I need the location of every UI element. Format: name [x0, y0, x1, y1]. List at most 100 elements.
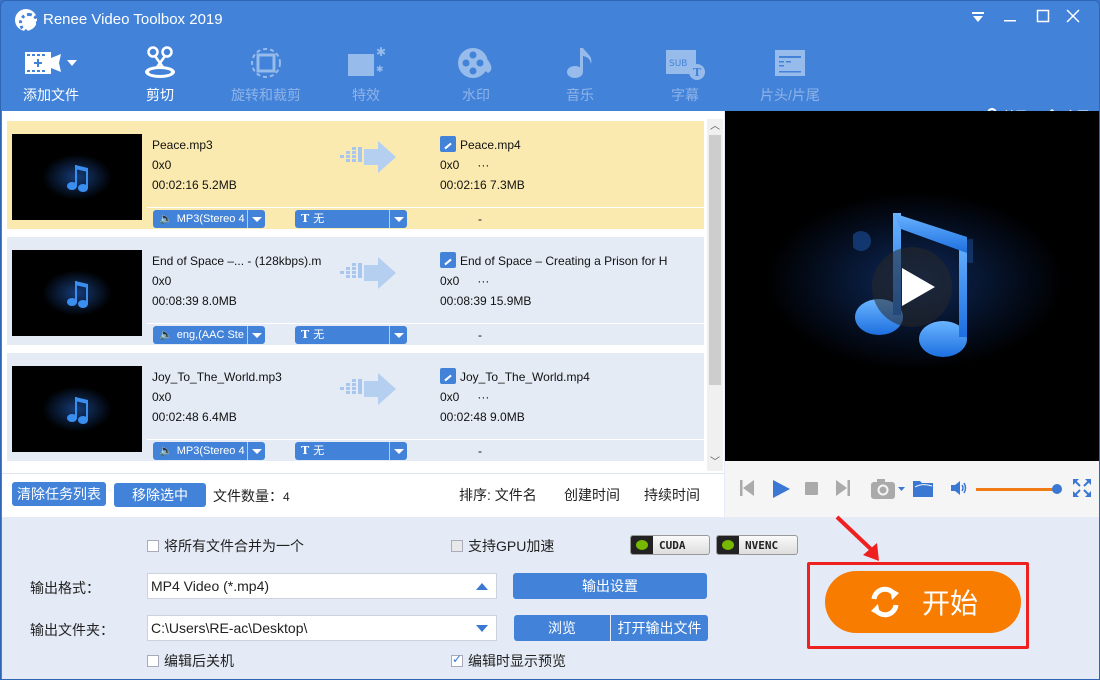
- sort-by-duration[interactable]: 持续时间: [644, 485, 700, 505]
- toolbar-label: 水印: [462, 87, 490, 103]
- file-row[interactable]: Joy_To_The_World.mp3 0x0 00:02:48 6.4MB …: [7, 353, 704, 461]
- file-list: Peace.mp3 0x0 00:02:16 5.2MB Peace.mp4 0…: [2, 111, 724, 473]
- merge-files-checkbox[interactable]: 将所有文件合并为一个: [147, 536, 304, 556]
- toolbar-cut[interactable]: 剪切: [131, 43, 189, 109]
- browse-button[interactable]: 浏览: [514, 615, 610, 641]
- file-thumbnail: [12, 134, 142, 220]
- video-preview: [725, 111, 1099, 461]
- stop-icon[interactable]: [805, 482, 818, 495]
- app-logo-icon: [15, 9, 39, 33]
- music-note-icon: [67, 281, 88, 308]
- source-resolution: 0x0: [152, 390, 172, 404]
- svg-text:✱: ✱: [376, 64, 384, 74]
- scroll-up-button[interactable]: ︿: [707, 119, 723, 135]
- output-duration-size: 00:08:39 15.9MB: [440, 294, 532, 308]
- output-duration-size: 00:02:16 7.3MB: [440, 178, 525, 192]
- source-resolution: 0x0: [152, 158, 172, 172]
- row-status: -: [478, 328, 482, 342]
- toolbar-rotate-crop[interactable]: 旋转和裁剪: [227, 43, 305, 109]
- output-resolution: 0x0: [440, 390, 460, 404]
- toolbar-label: 音乐: [566, 87, 594, 103]
- source-duration-size: 00:02:16 5.2MB: [152, 178, 237, 192]
- convert-arrow-icon: [340, 257, 396, 289]
- start-button[interactable]: 开始: [825, 571, 1021, 633]
- output-more[interactable]: ···: [477, 387, 489, 407]
- subtitle-select[interactable]: T无: [295, 326, 407, 344]
- snapshot-icon[interactable]: [870, 478, 906, 500]
- audio-track-select[interactable]: 🔈 eng,(AAC Ste: [153, 326, 265, 344]
- show-preview-checkbox[interactable]: 编辑时显示预览: [451, 651, 566, 671]
- caret-up-icon: [476, 583, 488, 590]
- music-icon: [567, 48, 592, 78]
- toolbar-add-file[interactable]: 添加文件: [15, 43, 87, 109]
- volume-icon[interactable]: [950, 480, 968, 496]
- next-icon[interactable]: [835, 479, 851, 497]
- sort-by-name[interactable]: 排序: 文件名: [459, 485, 537, 505]
- output-duration-size: 00:02:48 9.0MB: [440, 410, 525, 424]
- output-settings-button[interactable]: 输出设置: [513, 573, 707, 599]
- maximize-button[interactable]: [1029, 7, 1057, 31]
- scroll-thumb[interactable]: [709, 135, 721, 385]
- convert-arrow-icon: [340, 373, 396, 405]
- close-icon: [1066, 9, 1080, 23]
- audio-track-value: MP3(Stereo 4: [176, 213, 245, 225]
- toolbar-label: 剪切: [146, 87, 174, 103]
- shutdown-after-checkbox[interactable]: 编辑后关机: [147, 651, 234, 671]
- toolbar-watermark[interactable]: 水印: [447, 43, 505, 109]
- audio-track-value: MP3(Stereo 4: [176, 445, 245, 457]
- volume-slider-track[interactable]: [976, 488, 1056, 491]
- source-info: Joy_To_The_World.mp3 0x0 00:02:48 6.4MB: [152, 367, 337, 427]
- show-preview-label: 编辑时显示预览: [468, 653, 566, 669]
- text-t-icon: T: [301, 444, 310, 457]
- output-info: Peace.mp4 0x0 ··· 00:02:16 7.3MB: [440, 135, 690, 195]
- open-output-button[interactable]: 打开输出文件: [611, 615, 708, 641]
- output-folder-select[interactable]: C:\Users\RE-ac\Desktop\: [147, 615, 497, 641]
- output-more[interactable]: ···: [477, 271, 489, 291]
- toolbar-intro-outro[interactable]: 片头/片尾: [751, 43, 829, 109]
- list-scrollbar[interactable]: ︿ ﹀: [707, 119, 723, 471]
- previous-icon[interactable]: [739, 479, 755, 497]
- file-row[interactable]: End of Space –... - (128kbps).m 0x0 00:0…: [7, 237, 704, 345]
- caret-down-icon: [476, 625, 488, 632]
- merge-files-label: 将所有文件合并为一个: [164, 538, 304, 554]
- output-more[interactable]: ···: [477, 155, 489, 175]
- subtitle-value: 无: [313, 445, 325, 457]
- intro-outro-icon: [775, 50, 805, 76]
- subtitle-value: 无: [313, 329, 325, 341]
- toolbar-effects[interactable]: ✱ ✱ 特效: [337, 43, 395, 109]
- output-filename: Joy_To_The_World.mp4: [460, 370, 590, 384]
- subtitle-icon: SUB T: [666, 50, 705, 80]
- gpu-accel-checkbox[interactable]: 支持GPU加速: [451, 536, 554, 556]
- start-label: 开始: [921, 588, 978, 619]
- audio-track-select[interactable]: 🔈 MP3(Stereo 4: [153, 210, 265, 228]
- output-folder-value: C:\Users\RE-ac\Desktop\: [151, 620, 308, 636]
- clear-list-button[interactable]: 清除任务列表: [12, 482, 106, 506]
- close-button[interactable]: [1059, 7, 1087, 31]
- source-duration-size: 00:08:39 8.0MB: [152, 294, 237, 308]
- preview-play-button[interactable]: [872, 247, 952, 327]
- file-row[interactable]: Peace.mp3 0x0 00:02:16 5.2MB Peace.mp4 0…: [7, 121, 704, 229]
- volume-slider-handle[interactable]: [1052, 484, 1062, 494]
- edit-name-icon[interactable]: [440, 368, 456, 384]
- audio-track-select[interactable]: 🔈 MP3(Stereo 4: [153, 442, 265, 460]
- output-folder-label: 输出文件夹：: [30, 622, 114, 638]
- edit-name-icon[interactable]: [440, 252, 456, 268]
- remove-selected-button[interactable]: 移除选中: [114, 483, 206, 507]
- source-filename: Joy_To_The_World.mp3: [152, 370, 282, 384]
- minimize-button[interactable]: [996, 7, 1024, 31]
- subtitle-select[interactable]: T无: [295, 442, 407, 460]
- source-filename: Peace.mp3: [152, 138, 213, 152]
- toolbar-music[interactable]: 音乐: [551, 43, 609, 109]
- menu-dropdown-button[interactable]: [964, 7, 992, 31]
- edit-name-icon[interactable]: [440, 136, 456, 152]
- nvidia-icon: [631, 536, 653, 554]
- scroll-down-button[interactable]: ﹀: [707, 455, 723, 471]
- toolbar-subtitle[interactable]: SUB T 字幕: [656, 43, 714, 109]
- output-format-select[interactable]: MP4 Video (*.mp4): [147, 573, 497, 599]
- play-icon[interactable]: [771, 479, 791, 499]
- chevron-down-icon: [247, 326, 265, 344]
- fullscreen-icon[interactable]: [1072, 478, 1092, 498]
- sort-by-created[interactable]: 创建时间: [564, 485, 620, 505]
- open-folder-icon[interactable]: [912, 478, 934, 498]
- subtitle-select[interactable]: T无: [295, 210, 407, 228]
